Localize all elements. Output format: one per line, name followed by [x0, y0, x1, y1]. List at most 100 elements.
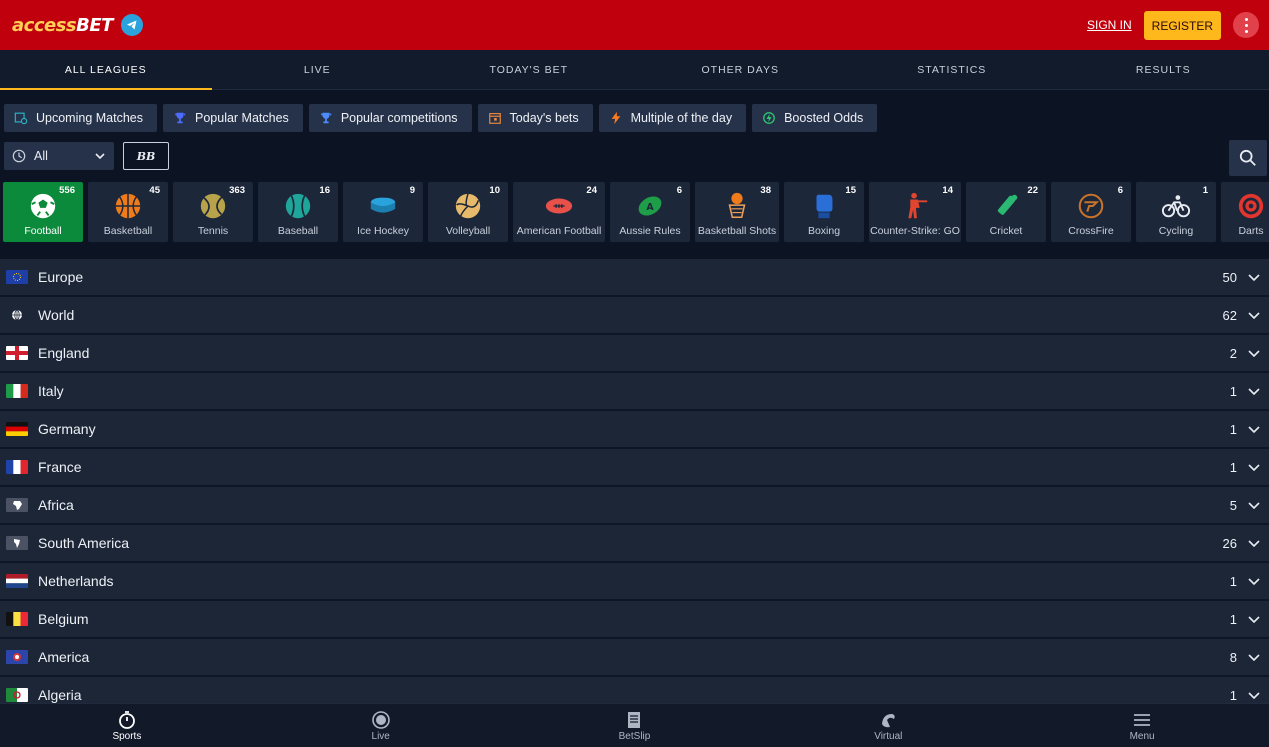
bet-builder-button[interactable]: BB: [123, 142, 169, 170]
netherlands-flag-icon: [6, 574, 28, 588]
multiple-of-the-day-button[interactable]: Multiple of the day: [598, 104, 747, 132]
popular-competitions-button[interactable]: Popular competitions: [308, 104, 472, 132]
time-filter-select[interactable]: All: [4, 142, 114, 170]
soldier-icon: [908, 192, 928, 219]
logo-text: access: [12, 14, 77, 36]
league-name: South America: [38, 535, 130, 551]
league-name: Europe: [38, 269, 84, 285]
top-header: accessBET SIGN IN REGISTER: [0, 0, 1269, 50]
chevron-down-icon: [1248, 312, 1260, 320]
virtual-icon: [882, 713, 895, 727]
league-row-africa[interactable]: Africa 5: [0, 487, 1269, 525]
live-icon: [371, 710, 390, 729]
basketball-hoop-icon: [728, 192, 746, 218]
tennis-icon: [200, 193, 226, 219]
calendar-icon: [488, 113, 501, 124]
league-count: 1: [1229, 383, 1237, 399]
boosted-odds-button[interactable]: Boosted Odds: [752, 104, 878, 132]
sport-boxing[interactable]: 15 Boxing: [784, 182, 864, 242]
sport-basketball[interactable]: 45 Basketball: [88, 182, 168, 242]
baseball-icon: [285, 193, 311, 219]
volleyball-icon: [455, 193, 481, 219]
sport-label: Volleyball: [445, 225, 491, 237]
tab-other-days[interactable]: OTHER DAYS: [635, 50, 847, 89]
sign-in-link[interactable]: SIGN IN: [1087, 18, 1132, 32]
league-count: 62: [1222, 307, 1237, 323]
sport-ice-hockey[interactable]: 9 Ice Hockey: [343, 182, 423, 242]
boosted-odds-label: Boosted Odds: [784, 111, 864, 125]
sport-american-football[interactable]: 24 American Football: [513, 182, 605, 242]
upcoming-matches-label: Upcoming Matches: [36, 111, 143, 125]
sport-tennis[interactable]: 363 Tennis: [173, 182, 253, 242]
league-row-england[interactable]: England 2: [0, 335, 1269, 373]
chevron-down-icon: [1248, 654, 1260, 662]
popular-matches-label: Popular Matches: [195, 111, 289, 125]
league-row-south-america[interactable]: South America 26: [0, 525, 1269, 563]
league-name: England: [38, 345, 90, 361]
tab-live[interactable]: LIVE: [212, 50, 424, 89]
south-america-map-icon: [6, 536, 28, 550]
bottom-nav-sports[interactable]: Sports: [0, 704, 254, 747]
sport-football[interactable]: 556 Football: [3, 182, 83, 242]
cricket-bat-icon: [997, 194, 1018, 215]
popular-matches-button[interactable]: Popular Matches: [163, 104, 303, 132]
sport-count: 1: [1202, 185, 1208, 196]
chevron-down-icon: [1248, 274, 1260, 282]
more-menu-icon[interactable]: [1233, 12, 1259, 38]
tab-all-leagues[interactable]: ALL LEAGUES: [0, 50, 212, 90]
search-button[interactable]: [1229, 140, 1267, 176]
sport-count: 363: [229, 185, 245, 196]
tab-todays-bet[interactable]: TODAY'S BET: [423, 50, 635, 89]
sport-cricket[interactable]: 22 Cricket: [966, 182, 1046, 242]
telegram-icon[interactable]: [120, 14, 143, 36]
league-name: Algeria: [38, 687, 82, 703]
chevron-down-icon: [1248, 578, 1260, 586]
bottom-nav-betslip[interactable]: BetSlip: [508, 704, 762, 747]
search-icon: [1239, 149, 1256, 166]
league-row-netherlands[interactable]: Netherlands 1: [0, 563, 1269, 601]
sport-volleyball[interactable]: 10 Volleyball: [428, 182, 508, 242]
svg-text:A: A: [646, 202, 654, 213]
upcoming-matches-button[interactable]: Upcoming Matches: [4, 104, 157, 132]
sport-basketball-shots[interactable]: 38 Basketball Shots: [695, 182, 779, 242]
league-count: 26: [1222, 535, 1237, 551]
multiple-of-the-day-label: Multiple of the day: [630, 111, 733, 125]
league-name: World: [38, 307, 75, 323]
globe-icon: [6, 308, 28, 322]
bottom-nav-menu[interactable]: Menu: [1015, 704, 1269, 747]
league-count: 1: [1229, 611, 1237, 627]
bottom-nav-label: Live: [371, 730, 390, 742]
league-row-belgium[interactable]: Belgium 1: [0, 601, 1269, 639]
belgium-flag-icon: [6, 612, 28, 626]
league-row-italy[interactable]: Italy 1: [0, 373, 1269, 411]
sport-crossfire[interactable]: 6 CrossFire: [1051, 182, 1131, 242]
logo[interactable]: accessBET: [12, 15, 113, 36]
germany-flag-icon: [6, 422, 28, 436]
league-name: Belgium: [38, 611, 89, 627]
tab-results[interactable]: RESULTS: [1058, 50, 1269, 89]
league-row-germany[interactable]: Germany 1: [0, 411, 1269, 449]
sport-label: Ice Hockey: [357, 225, 409, 237]
league-row-america[interactable]: America 8: [0, 639, 1269, 677]
sport-label: Darts: [1238, 225, 1264, 237]
football-icon: [30, 193, 56, 219]
league-count: 1: [1229, 573, 1237, 589]
sport-counter-strike[interactable]: 14 Counter-Strike: GO: [869, 182, 961, 242]
sport-darts[interactable]: Darts: [1221, 182, 1269, 242]
sport-cycling[interactable]: 1 Cycling: [1136, 182, 1216, 242]
tab-statistics[interactable]: STATISTICS: [846, 50, 1058, 89]
auth-area: SIGN IN REGISTER: [1087, 10, 1259, 40]
sport-aussie-rules[interactable]: 6 A Aussie Rules: [610, 182, 690, 242]
league-row-world[interactable]: World 62: [0, 297, 1269, 335]
league-row-france[interactable]: France 1: [0, 449, 1269, 487]
register-button[interactable]: REGISTER: [1143, 10, 1221, 40]
bottom-nav-virtual[interactable]: Virtual: [761, 704, 1015, 747]
bottom-nav-live[interactable]: Live: [254, 704, 508, 747]
sport-baseball[interactable]: 16 Baseball: [258, 182, 338, 242]
filter-row: All BB: [0, 132, 1269, 176]
league-row-europe[interactable]: Europe 50: [0, 259, 1269, 297]
league-name: Africa: [38, 497, 74, 513]
todays-bets-button[interactable]: Today's bets: [477, 104, 593, 132]
logo-accent: BET: [76, 14, 113, 36]
sport-count: 15: [845, 185, 856, 196]
